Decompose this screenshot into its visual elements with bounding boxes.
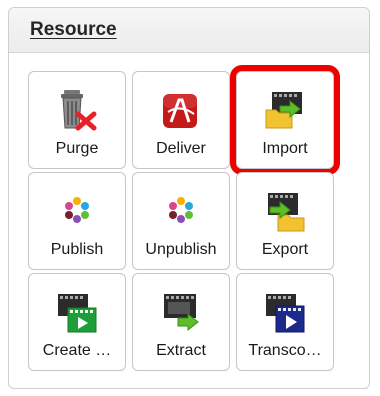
transcode-video-icon — [262, 288, 308, 336]
resource-panel: Resource Purge Deliver Import Publish Un… — [8, 7, 370, 389]
create-label: Create … — [42, 342, 112, 359]
panel-title[interactable]: Resource — [30, 19, 117, 41]
deliver-icon — [158, 86, 204, 134]
deliver-button[interactable]: Deliver — [132, 71, 230, 169]
import-label: Import — [262, 140, 308, 157]
extract-label: Extract — [156, 342, 206, 359]
unpublish-button[interactable]: Unpublish — [132, 172, 230, 270]
create-button[interactable]: Create … — [28, 273, 126, 371]
publish-dots-icon — [54, 187, 100, 235]
extract-video-icon — [158, 288, 204, 336]
unpublish-dots-icon — [158, 187, 204, 235]
import-button[interactable]: Import — [230, 65, 340, 175]
export-label: Export — [261, 241, 309, 258]
export-folder-icon — [262, 187, 308, 235]
purge-label: Purge — [55, 140, 99, 157]
panel-header: Resource — [9, 8, 369, 53]
extract-button[interactable]: Extract — [132, 273, 230, 371]
import-folder-icon — [262, 86, 308, 134]
export-button[interactable]: Export — [236, 172, 334, 270]
publish-label: Publish — [50, 241, 104, 258]
transcode-label: Transco… — [248, 342, 322, 359]
publish-button[interactable]: Publish — [28, 172, 126, 270]
trash-delete-icon — [54, 86, 100, 134]
transcode-button[interactable]: Transco… — [236, 273, 334, 371]
purge-button[interactable]: Purge — [28, 71, 126, 169]
deliver-label: Deliver — [156, 140, 206, 157]
create-video-icon — [54, 288, 100, 336]
unpublish-label: Unpublish — [145, 241, 217, 258]
action-grid: Purge Deliver Import Publish Unpublish E… — [28, 65, 340, 371]
